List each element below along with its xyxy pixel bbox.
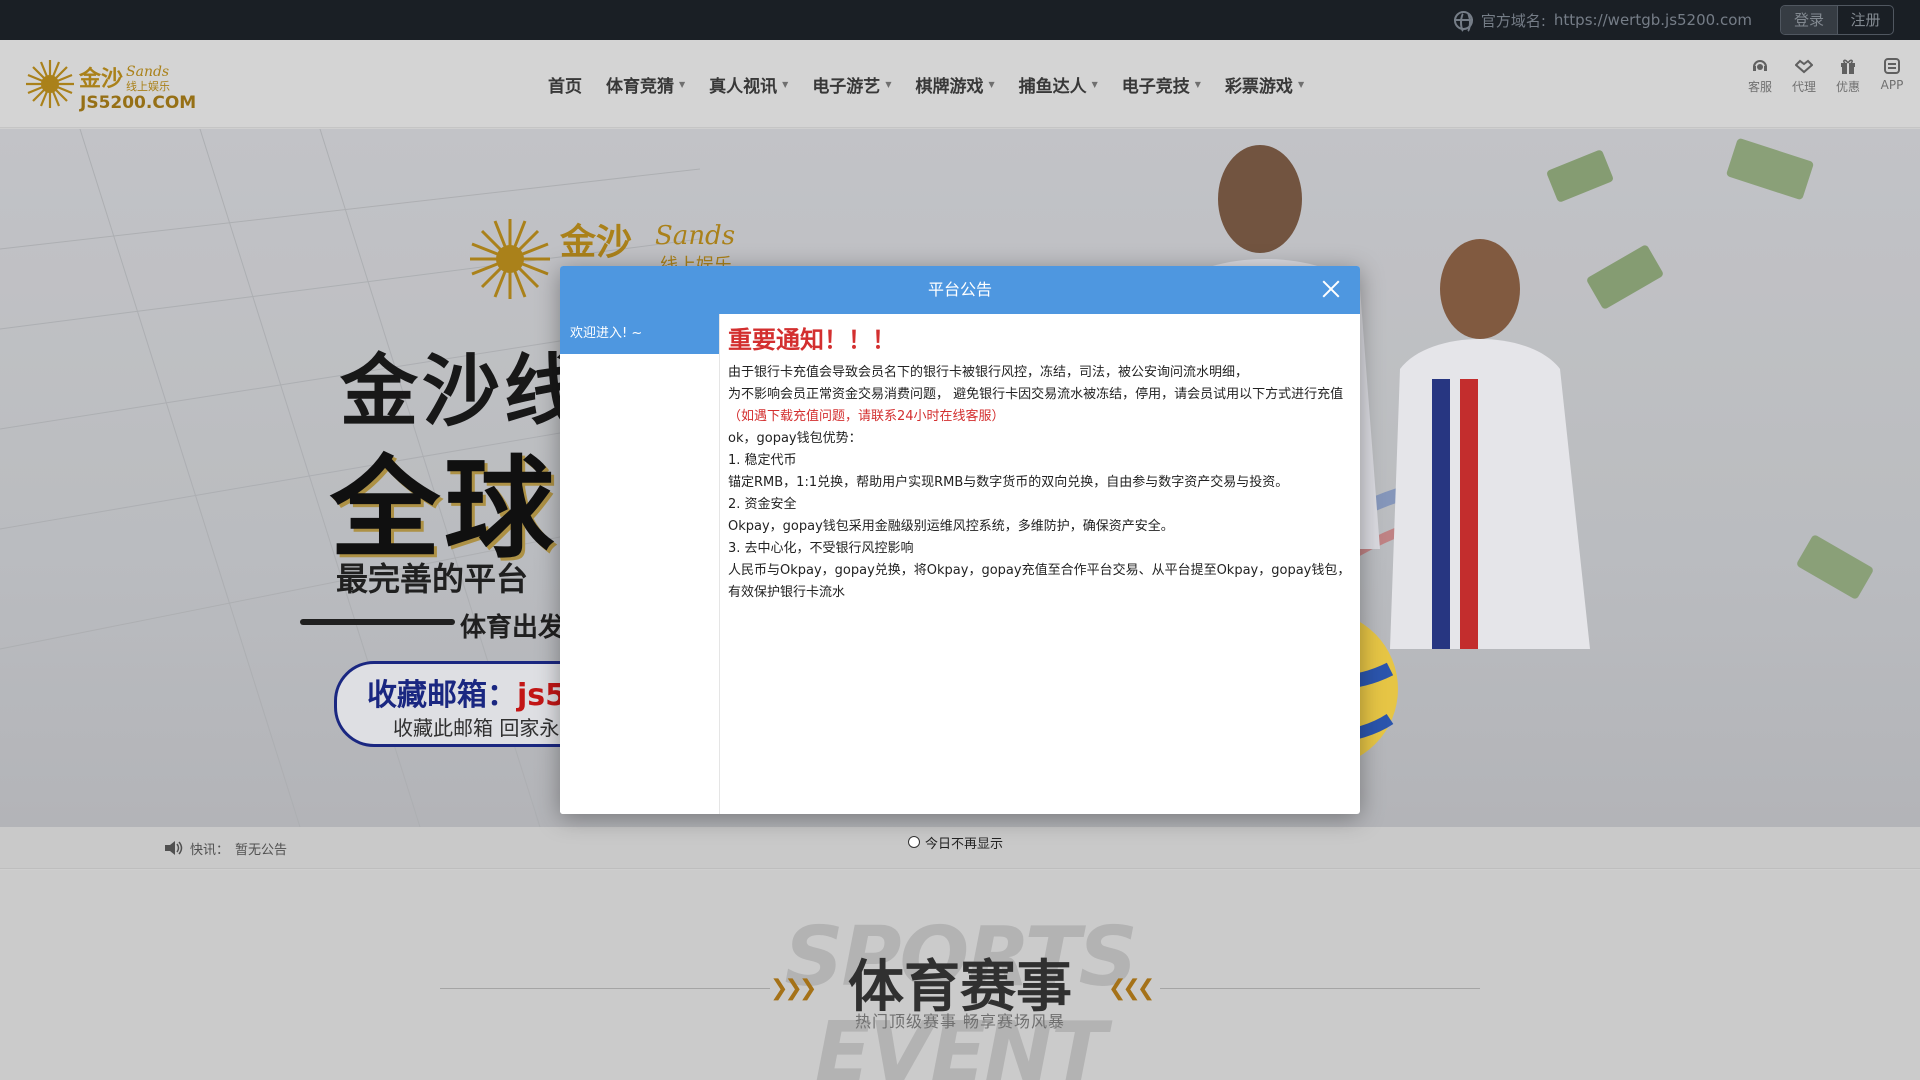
notice-line: 1. 稳定代币 xyxy=(728,453,797,468)
close-icon[interactable] xyxy=(1320,278,1342,300)
announcement-modal: 平台公告 欢迎进入! ~ 重要通知！！！ 由于银行卡充值会导致会员名下的银行卡被… xyxy=(560,266,1360,814)
modal-sidebar: 欢迎进入! ~ xyxy=(560,314,720,814)
contact-note: （如遇下载充值问题，请联系24小时在线客服） xyxy=(728,409,1005,424)
notice-title: 重要通知！！！ xyxy=(728,326,896,354)
notice-line: ok，gopay钱包优势： xyxy=(728,431,862,446)
notice-line: 锚定RMB，1:1兑换，帮助用户实现RMB与数字货币的双向兑换，自由参与数字资产… xyxy=(728,475,1289,490)
sidebar-item-welcome[interactable]: 欢迎进入! ~ xyxy=(560,314,719,354)
notice-line: 由于银行卡充值会导致会员名下的银行卡被银行风控，冻结，司法，被公安询问流水明细， xyxy=(728,365,1249,380)
notice-line: 人民币与Okpay，gopay兑换，将Okpay，gopay充值至合作平台交易、… xyxy=(728,563,1351,600)
modal-header: 平台公告 xyxy=(560,266,1360,314)
notice-line: Okpay，gopay钱包采用金融级别运维风控系统，多维防护，确保资产安全。 xyxy=(728,519,1174,534)
notice-line: 3. 去中心化，不受银行风控影响 xyxy=(728,541,914,556)
modal-content: 重要通知！！！ 由于银行卡充值会导致会员名下的银行卡被银行风控，冻结，司法，被公… xyxy=(728,322,1354,810)
radio-button[interactable] xyxy=(908,836,920,848)
dont-show-label: 今日不再显示 xyxy=(925,836,1004,852)
dont-show-today-option[interactable]: 今日不再显示 xyxy=(908,832,1003,852)
notice-line: 2. 资金安全 xyxy=(728,497,797,512)
notice-line: 为不影响会员正常资金交易消费问题， 避免银行卡因交易流水被冻结，停用，请会员试用… xyxy=(728,387,1344,402)
modal-title: 平台公告 xyxy=(927,280,992,299)
